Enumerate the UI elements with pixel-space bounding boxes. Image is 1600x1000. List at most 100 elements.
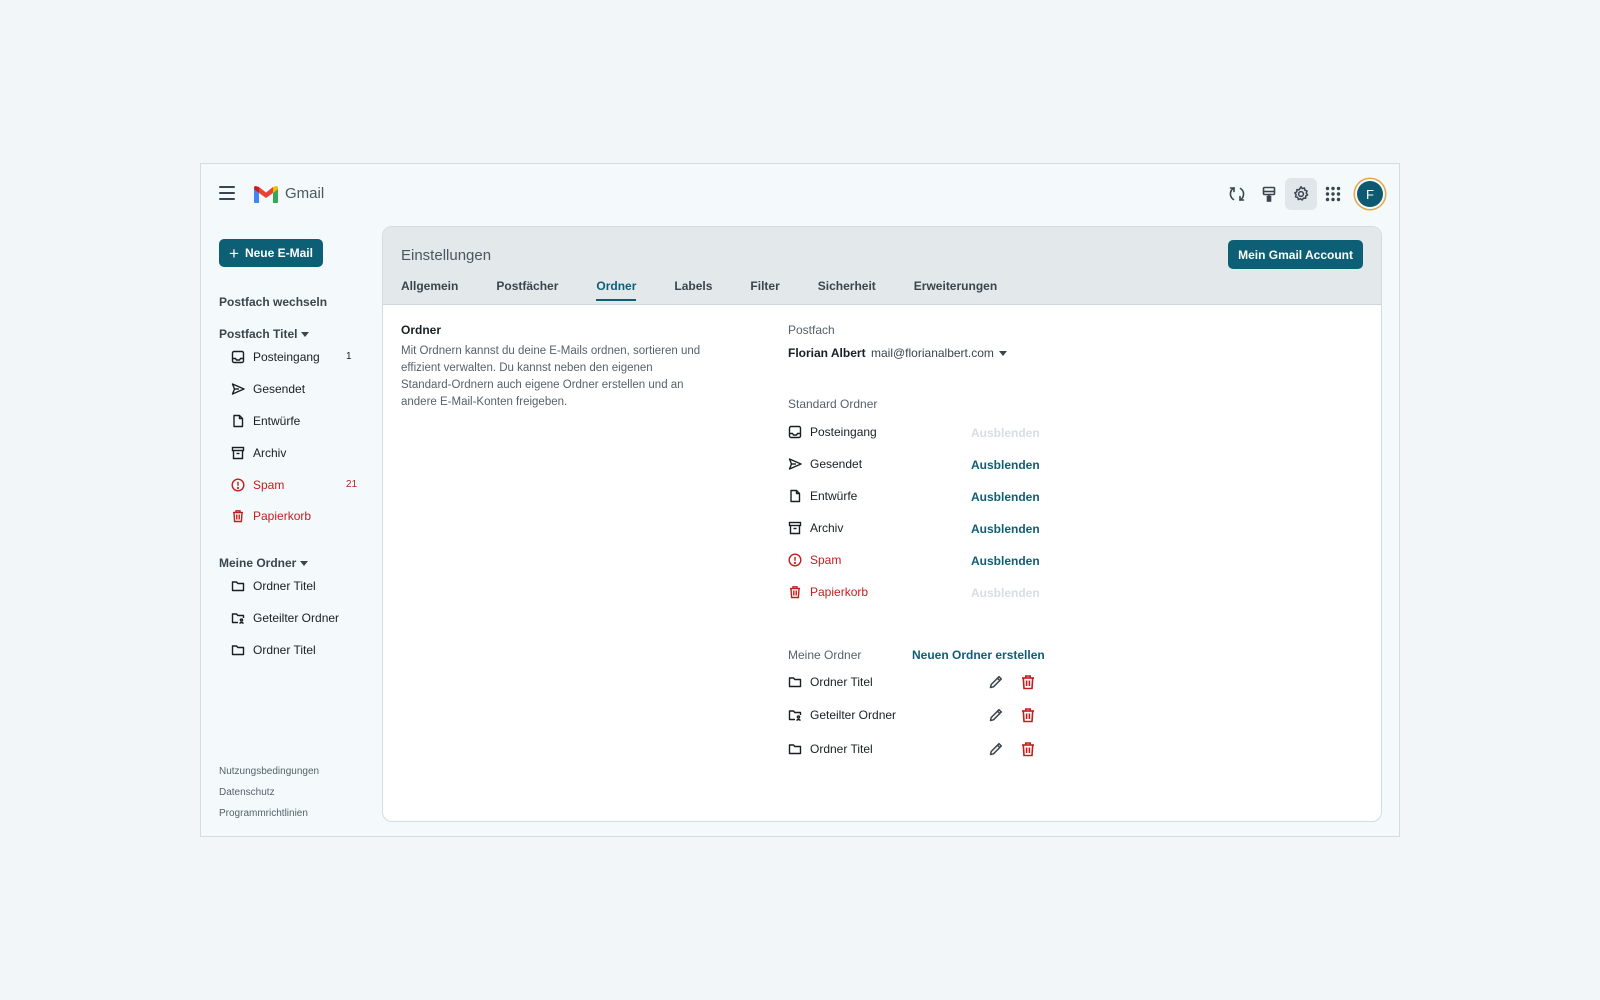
my-folders-title: Meine Ordner bbox=[219, 556, 297, 570]
plus-icon: + bbox=[229, 243, 239, 263]
my-folders-label: Meine Ordner bbox=[788, 648, 862, 662]
create-folder-button[interactable]: Neuen Ordner erstellen bbox=[912, 648, 1045, 662]
sidebar-item-inbox[interactable]: Posteingang bbox=[231, 345, 351, 369]
sidebar-folder-1[interactable]: Ordner Titel bbox=[231, 574, 351, 598]
mailbox-label: Postfach bbox=[788, 323, 835, 337]
standard-folder-label: Entwürfe bbox=[810, 489, 858, 503]
tab-filter[interactable]: Filter bbox=[750, 279, 779, 301]
inbox-icon bbox=[788, 425, 802, 439]
edit-pencil-icon[interactable] bbox=[987, 673, 1005, 691]
tab-sicherheit[interactable]: Sicherheit bbox=[818, 279, 876, 301]
edit-pencil-icon[interactable] bbox=[987, 706, 1005, 724]
sidebar-item-archive[interactable]: Archiv bbox=[231, 441, 351, 465]
standard-folder-label: Archiv bbox=[810, 521, 844, 535]
my-folder-label: Ordner Titel bbox=[810, 742, 873, 756]
sidebar-folder-label: Geteilter Ordner bbox=[253, 611, 340, 625]
caret-down-icon bbox=[301, 332, 310, 338]
folder-icon bbox=[788, 742, 802, 756]
my-folders-dropdown[interactable]: Meine Ordner bbox=[219, 556, 309, 570]
sidebar-folder-2[interactable]: Geteilter Ordner bbox=[231, 606, 351, 630]
trash-icon bbox=[788, 585, 802, 599]
switch-mailbox-link[interactable]: Postfach wechseln bbox=[219, 295, 327, 309]
hide-archive-button[interactable]: Ausblenden bbox=[971, 522, 1040, 536]
delete-trash-icon[interactable] bbox=[1019, 706, 1037, 724]
compose-label: Neue E-Mail bbox=[244, 246, 313, 260]
settings-tabs: Allgemein Postfächer Ordner Labels Filte… bbox=[401, 279, 1035, 301]
sidebar-item-label: Papierkorb bbox=[253, 509, 312, 523]
privacy-link[interactable]: Datenschutz bbox=[219, 787, 275, 798]
inbox-count-badge: 1 bbox=[346, 351, 352, 362]
sidebar-item-drafts[interactable]: Entwürfe bbox=[231, 409, 351, 433]
hide-spam-button[interactable]: Ausblenden bbox=[971, 554, 1040, 568]
app-title: Gmail bbox=[285, 185, 325, 202]
gear-icon[interactable] bbox=[1285, 178, 1317, 210]
spam-icon bbox=[231, 478, 245, 492]
draft-icon bbox=[788, 489, 802, 503]
folder-icon bbox=[231, 643, 245, 657]
mailbox-title-label: Postfach Titel bbox=[219, 327, 298, 341]
settings-header: Einstellungen Mein Gmail Account Allgeme… bbox=[383, 227, 1381, 305]
folder-icon bbox=[231, 579, 245, 593]
hide-drafts-button[interactable]: Ausblenden bbox=[971, 490, 1040, 504]
mailbox-title-dropdown[interactable]: Postfach Titel bbox=[219, 327, 310, 341]
top-bar: Gmail F bbox=[201, 164, 1399, 226]
page-title: Einstellungen bbox=[401, 247, 492, 264]
delete-trash-icon[interactable] bbox=[1019, 673, 1037, 691]
account-name: Florian Albert bbox=[788, 346, 866, 360]
sidebar-item-trash[interactable]: Papierkorb bbox=[231, 504, 351, 528]
hide-sent-button[interactable]: Ausblenden bbox=[971, 458, 1040, 472]
section-title: Ordner bbox=[401, 323, 442, 337]
caret-down-icon[interactable] bbox=[999, 351, 1007, 356]
refresh-icon[interactable] bbox=[1221, 178, 1253, 210]
sidebar-item-sent[interactable]: Gesendet bbox=[231, 377, 351, 401]
sidebar-item-spam[interactable]: Spam bbox=[231, 473, 351, 497]
delete-trash-icon[interactable] bbox=[1019, 740, 1037, 758]
sidebar-item-label: Spam bbox=[253, 478, 285, 492]
tab-postfaecher[interactable]: Postfächer bbox=[496, 279, 558, 301]
edit-pencil-icon[interactable] bbox=[987, 740, 1005, 758]
my-folder-label: Geteilter Ordner bbox=[810, 708, 897, 722]
policies-link[interactable]: Programmrichtlinien bbox=[219, 808, 308, 819]
shared-folder-icon bbox=[788, 708, 802, 722]
settings-panel: Einstellungen Mein Gmail Account Allgeme… bbox=[382, 226, 1382, 822]
sidebar-item-label: Posteingang bbox=[253, 350, 320, 364]
tab-allgemein[interactable]: Allgemein bbox=[401, 279, 458, 301]
inbox-icon bbox=[231, 350, 245, 364]
standard-folder-label: Posteingang bbox=[810, 425, 877, 439]
standard-folder-label: Gesendet bbox=[810, 457, 863, 471]
sidebar-item-label: Entwürfe bbox=[253, 414, 301, 428]
paint-icon[interactable] bbox=[1253, 178, 1285, 210]
section-description: Mit Ordnern kannst du deine E-Mails ordn… bbox=[401, 345, 701, 408]
archive-icon bbox=[788, 521, 802, 535]
archive-icon bbox=[231, 446, 245, 460]
shared-folder-icon bbox=[231, 611, 245, 625]
spam-count-badge: 21 bbox=[346, 479, 358, 490]
send-icon bbox=[788, 457, 802, 471]
tab-erweiterungen[interactable]: Erweiterungen bbox=[914, 279, 997, 301]
my-folder-label: Ordner Titel bbox=[810, 675, 873, 689]
account-email-select[interactable]: mail@florianalbert.com bbox=[871, 346, 994, 360]
avatar[interactable]: F bbox=[1357, 181, 1383, 207]
terms-link[interactable]: Nutzungsbedingungen bbox=[219, 766, 319, 777]
sidebar-folder-label: Ordner Titel bbox=[253, 643, 316, 657]
top-toolbar: F bbox=[1221, 178, 1383, 210]
standard-folders-label: Standard Ordner bbox=[788, 397, 878, 411]
gmail-window: Gmail F + Neue E-Mail Postfach wechseln … bbox=[200, 163, 1400, 837]
sidebar-folder-3[interactable]: Ordner Titel bbox=[231, 638, 351, 662]
sidebar-item-label: Gesendet bbox=[253, 382, 306, 396]
spam-icon bbox=[788, 553, 802, 567]
trash-icon bbox=[231, 509, 245, 523]
standard-folder-label: Papierkorb bbox=[810, 585, 869, 599]
standard-folder-label: Spam bbox=[810, 553, 842, 567]
apps-grid-icon[interactable] bbox=[1317, 178, 1349, 210]
hide-inbox-button: Ausblenden bbox=[971, 426, 1040, 440]
sidebar-item-label: Archiv bbox=[253, 446, 287, 460]
send-icon bbox=[231, 382, 245, 396]
folder-icon bbox=[788, 675, 802, 689]
hamburger-menu-icon[interactable] bbox=[219, 186, 235, 200]
tab-labels[interactable]: Labels bbox=[674, 279, 712, 301]
compose-button[interactable]: + Neue E-Mail bbox=[219, 239, 323, 267]
sidebar-folder-label: Ordner Titel bbox=[253, 579, 316, 593]
my-account-button[interactable]: Mein Gmail Account bbox=[1228, 240, 1363, 269]
tab-ordner[interactable]: Ordner bbox=[596, 279, 637, 301]
